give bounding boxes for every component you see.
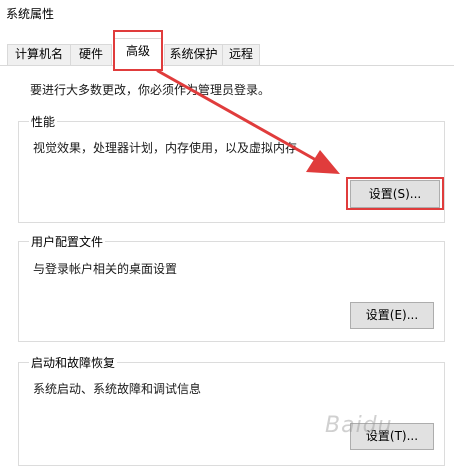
startup-recovery-description: 系统启动、系统故障和调试信息: [33, 382, 202, 396]
user-profiles-description: 与登录帐户相关的桌面设置: [33, 262, 178, 276]
tab-strip: 计算机名 硬件 高级 系统保护 远程: [0, 0, 454, 66]
tab-computer-name[interactable]: 计算机名: [7, 44, 71, 65]
user-profiles-group-title: 用户配置文件: [29, 233, 106, 250]
performance-group-title: 性能: [29, 113, 58, 130]
startup-recovery-group-title: 启动和故障恢复: [29, 354, 118, 371]
tab-hardware[interactable]: 硬件: [70, 44, 112, 65]
user-profiles-settings-button[interactable]: 设置(E)...: [350, 302, 434, 329]
watermark: Baidu: [325, 413, 393, 438]
tab-remote[interactable]: 远程: [222, 44, 260, 65]
tab-system-protection[interactable]: 系统保护: [164, 44, 223, 65]
performance-button-highlight: [346, 177, 444, 210]
admin-notice: 要进行大多数更改，你必须作为管理员登录。: [30, 83, 271, 97]
advanced-tab-highlight: [113, 30, 163, 71]
performance-description: 视觉效果，处理器计划，内存使用，以及虚拟内存: [33, 141, 298, 155]
